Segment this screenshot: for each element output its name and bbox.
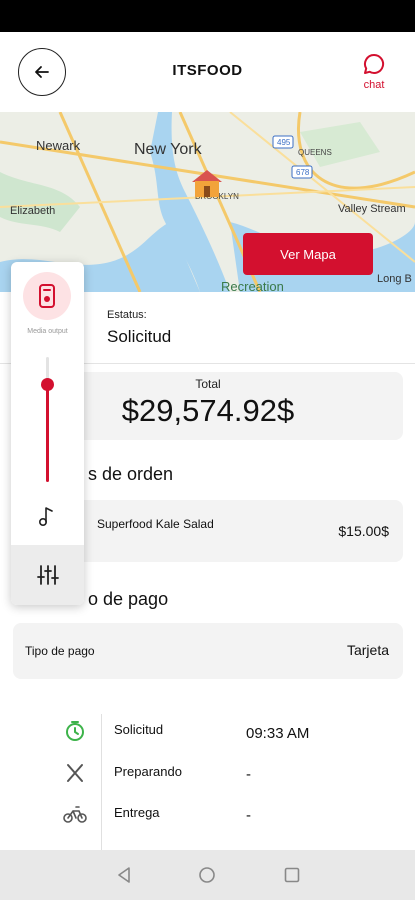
app-header: ITSFOOD chat [0,32,415,112]
order-item-name: Superfood Kale Salad [97,517,214,531]
timeline-time: - [246,766,251,783]
map-label: Newark [36,138,81,153]
map-label: Recreation [221,279,284,292]
nav-home-button[interactable] [194,862,220,888]
music-note-icon[interactable] [35,504,59,528]
bicycle-icon [62,801,88,827]
map-label: Elizabeth [10,205,55,217]
volume-slider-thumb[interactable] [41,378,54,391]
status-label: Estatus: [107,309,147,321]
timeline-step: Solicitud [114,722,164,737]
utensils-icon [62,760,88,786]
payment-type-label: Tipo de pago [25,644,95,658]
system-nav-bar [0,850,415,900]
chat-label: chat [363,79,385,91]
order-section-title: s de orden [88,464,174,484]
status-value: Solicitud [107,327,172,346]
nav-back-button[interactable] [111,862,137,888]
chat-button[interactable]: chat [357,52,391,91]
payment-card: Tipo de pago Tarjeta [13,623,403,679]
system-status-bar [0,0,415,32]
map-label: Long B [377,273,412,285]
volume-slider[interactable] [41,357,54,482]
view-map-button[interactable]: Ver Mapa [243,233,373,275]
sound-settings-button[interactable] [11,545,84,605]
map-label: 678 [296,168,310,177]
map-label: New York [134,141,203,158]
volume-slider-fill [46,384,49,482]
media-output-button[interactable] [23,272,71,320]
nav-recents-button[interactable] [279,862,305,888]
volume-panel: Media output [11,262,84,605]
circle-home-icon [199,867,215,883]
media-output-label: Media output [27,328,68,335]
speaker-icon [39,284,55,308]
timeline-step: Preparando [114,764,182,779]
equalizer-icon [36,565,59,585]
app-title: ITSFOOD [172,62,243,79]
square-recents-icon [284,867,300,883]
timeline-time: 09:33 AM [246,725,310,742]
payment-section-title: o de pago [88,589,169,609]
order-item-price: $15.00$ [338,523,389,539]
triangle-back-icon [118,867,130,883]
timeline-step: Entrega [114,805,160,820]
map-label: 495 [277,138,291,147]
map-label: QUEENS [298,148,332,157]
chat-bubble-icon [364,53,385,74]
timeline-divider [101,714,102,854]
map-label: Valley Stream [338,203,406,215]
timer-icon [62,718,88,744]
timeline-time: - [246,807,251,824]
payment-type-value: Tarjeta [346,642,389,658]
